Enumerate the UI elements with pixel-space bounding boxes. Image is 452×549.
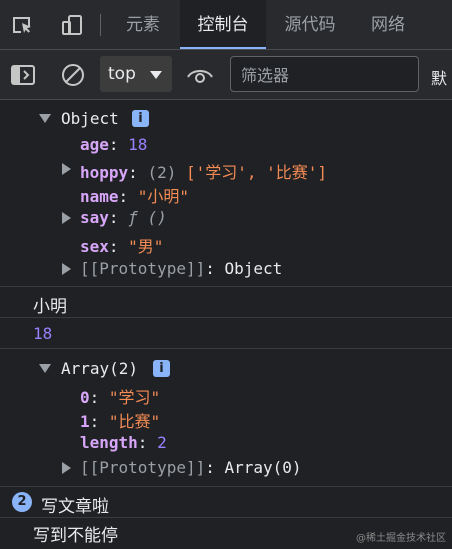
item-value: "学习" [108, 388, 161, 407]
object-prop-row[interactable]: say: ƒ () [0, 207, 452, 229]
prop-key: hoppy [80, 163, 129, 182]
array-count: (2) [147, 163, 177, 182]
object-log-header[interactable]: Object i [0, 108, 452, 130]
item-value: "比赛" [108, 412, 161, 431]
toolbar-separator [100, 14, 101, 36]
console-log-row: 2 写文章啦 [0, 487, 452, 518]
item-key: length [80, 433, 138, 452]
object-prop-row: name: "小明" [80, 187, 190, 206]
expand-right-icon[interactable] [62, 263, 71, 275]
filter-input[interactable] [239, 57, 413, 93]
clear-console-icon[interactable] [60, 62, 86, 88]
info-icon[interactable]: i [153, 360, 170, 377]
prototype-key: [[Prototype]] [80, 458, 206, 477]
prop-value: "男" [128, 237, 164, 256]
array-item-row: length: 2 [80, 433, 167, 452]
object-label: Object [61, 109, 119, 128]
default-levels-label[interactable]: 默 [431, 65, 447, 89]
live-expression-eye-icon[interactable] [186, 63, 214, 87]
tab-elements[interactable]: 元素 [112, 0, 174, 49]
prototype-value: Array(0) [224, 458, 302, 477]
object-prop-row[interactable]: hoppy: (2) ['学习', '比赛'] [0, 158, 452, 182]
repeat-count-badge: 2 [12, 492, 32, 512]
device-toolbar-icon[interactable] [60, 13, 84, 37]
prop-value: ƒ () [128, 208, 167, 227]
expand-right-icon[interactable] [62, 462, 71, 474]
prototype-key: [[Prototype]] [80, 259, 206, 278]
object-prop-row: age: 18 [80, 135, 148, 154]
devtools-tab-bar: 元素 控制台 源代码 网络 [0, 0, 452, 50]
log-text: 小明 [33, 297, 67, 317]
tab-console[interactable]: 控制台 [180, 0, 266, 49]
item-key: 1 [80, 412, 90, 431]
expand-right-icon[interactable] [62, 163, 71, 175]
array-item-row: 1: "比赛" [80, 412, 161, 431]
prop-key: age [80, 135, 109, 154]
expand-right-icon[interactable] [62, 212, 71, 224]
tab-network[interactable]: 网络 [356, 0, 420, 49]
filter-input-box[interactable] [230, 56, 419, 93]
log-text: 写文章啦 [41, 497, 109, 517]
expand-down-icon[interactable] [39, 114, 51, 123]
prop-key: sex [80, 237, 109, 256]
inspect-element-icon[interactable] [10, 13, 34, 37]
prototype-value: Object [224, 259, 283, 278]
array-prototype-row[interactable]: [[Prototype]]: Array(0) [0, 456, 452, 487]
object-prototype-row[interactable]: [[Prototype]]: Object [0, 257, 452, 287]
log-number: 18 [33, 324, 53, 343]
array-label: Array(2) [61, 359, 139, 378]
item-value: 2 [157, 433, 167, 452]
console-toolbar: top 默 [0, 50, 452, 100]
info-icon[interactable]: i [132, 110, 149, 127]
dropdown-arrow-icon [150, 71, 162, 79]
console-log-row: 18 [0, 318, 452, 349]
log-text: 写到不能停 [33, 526, 118, 546]
context-selector[interactable]: top [100, 56, 172, 92]
expand-down-icon[interactable] [39, 364, 51, 373]
sidebar-toggle-icon[interactable] [10, 63, 36, 87]
prop-value: "小明" [137, 187, 190, 206]
tab-sources[interactable]: 源代码 [272, 0, 348, 49]
watermark: @稀土掘金技术社区 [356, 533, 446, 544]
context-selector-label: top [108, 64, 136, 84]
array-item-row: 0: "学习" [80, 388, 161, 407]
object-prop-row: sex: "男" [80, 237, 164, 256]
array-log-header[interactable]: Array(2) i [0, 358, 452, 380]
prop-value: 18 [128, 135, 148, 154]
prop-value: ['学习', '比赛'] [185, 163, 328, 182]
prop-key: say [80, 208, 109, 227]
console-log-row: 小明 [0, 287, 452, 318]
item-key: 0 [80, 388, 90, 407]
prop-key: name [80, 187, 119, 206]
